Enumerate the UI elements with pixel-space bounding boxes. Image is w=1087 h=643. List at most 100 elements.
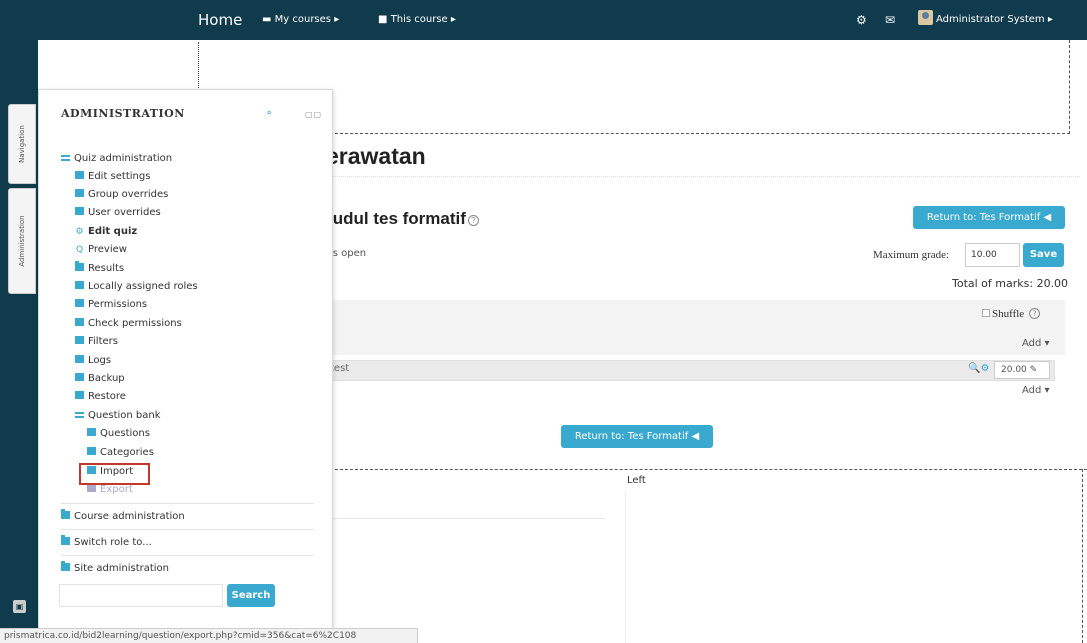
tree-label: Question bank [88,410,161,421]
course-icon: ■ [378,14,391,25]
dock-toggle-icon[interactable]: ▣ [13,600,26,613]
save-button[interactable]: Save [1023,243,1064,267]
total-marks: Total of marks: 20.00 [952,277,1069,290]
page-icon [87,447,96,455]
folder-icon [61,509,70,519]
tree-edit-quiz[interactable]: ⚙ Edit quiz [75,226,137,237]
mail-icon[interactable]: ✉ [885,0,895,40]
gear-icon[interactable]: ⚙ [856,0,867,40]
tree-label: Edit settings [88,171,151,182]
tab-administration[interactable]: Administration [8,188,36,294]
return-to-quiz-button[interactable]: Return to: Tes Formatif ◀ [913,206,1065,229]
tree-edit-settings[interactable]: Edit settings [75,171,150,182]
return-label: Return to: Tes Formatif [926,212,1041,223]
edit-pencil-icon[interactable]: ✎ [1027,365,1038,375]
tab-navigation[interactable]: Navigation [8,104,36,184]
tree-questions[interactable]: Questions [87,428,150,439]
tree-label: Group overrides [88,189,169,200]
admin-title: ADMINISTRATION [61,107,185,120]
my-courses-label: My courses [274,14,332,25]
search-button[interactable]: Search [227,584,275,607]
tree-question-bank[interactable]: Question bank [75,410,161,421]
top-navbar: Home ▬ My courses ▸ ■ This course ▸ ⚙ ✉ … [0,0,1087,40]
tree-user-overrides[interactable]: User overrides [75,207,161,218]
help-icon[interactable]: ? [467,215,479,226]
tree-divider [61,555,314,556]
page-icon [75,318,84,326]
add-label: Add [1022,338,1042,349]
question-mark-value: 20.00 [1001,365,1027,375]
add-menu[interactable]: Add ▾ [1022,385,1050,396]
folder-open-icon [61,155,70,161]
help-icon[interactable]: ? [1028,308,1040,319]
region-divider [330,133,1070,134]
add-menu[interactable]: Add ▾ [1022,338,1050,349]
return-to-quiz-button[interactable]: Return to: Tes Formatif ◀ [561,425,713,448]
page-icon [75,281,84,289]
preview-icon[interactable]: 🔍 [968,363,980,374]
folder-icon [61,561,70,571]
quiz-heading-text: judul tes formatif [328,209,466,228]
question-mark-field[interactable]: 20.00 ✎ [994,361,1050,379]
tree-locally-assigned-roles[interactable]: Locally assigned roles [75,281,198,292]
magnifier-icon: Q [75,245,84,255]
page-title: erawatan [326,143,426,169]
tree-course-administration[interactable]: Course administration [61,509,185,522]
return-label: Return to: Tes Formatif [574,431,689,442]
user-name: Administrator System [936,14,1045,25]
tree-label: Logs [88,355,112,366]
move-icon[interactable]: ⚬ [265,108,273,119]
tree-site-administration[interactable]: Site administration [61,561,170,574]
max-grade-input[interactable]: 10.00 [965,243,1020,267]
tree-label: Restore [88,391,126,402]
administration-block: ADMINISTRATION ⚬ ▢▢ Quiz administration … [38,89,333,643]
tree-filters[interactable]: Filters [75,336,118,347]
question-row [330,360,1055,381]
browser-status-bar: prismatrica.co.id/bid2learning/question/… [0,628,418,643]
shuffle-checkbox[interactable] [982,309,990,317]
tree-label: Backup [88,373,125,384]
page-icon [75,299,84,307]
block-controls[interactable]: ▢▢ [305,110,322,119]
question-actions: 🔍⚙ [968,363,989,374]
add-label: Add [1022,385,1042,396]
return-icon: ◀ [688,431,700,442]
tree-label: Site administration [74,563,170,574]
tree-switch-role[interactable]: Switch role to... [61,535,152,548]
tree-group-overrides[interactable]: Group overrides [75,189,168,200]
tree-logs[interactable]: Logs [75,355,111,366]
tree-label: Categories [100,447,154,458]
tree-label: User overrides [88,207,161,218]
tree-export[interactable]: Export [87,484,133,495]
page-icon [87,428,96,436]
tree-restore[interactable]: Restore [75,391,126,402]
tree-backup[interactable]: Backup [75,373,125,384]
return-icon: ◀ [1040,212,1052,223]
quiz-open-status: is open [330,248,367,259]
tree-categories[interactable]: Categories [87,447,154,458]
my-courses-menu[interactable]: ▬ My courses ▸ [262,0,339,40]
user-menu[interactable]: Administrator System ▸ [918,0,1053,40]
shuffle-control[interactable]: Shuffle ? [982,308,1040,320]
gear-icon[interactable]: ⚙ [980,363,989,374]
folder-open-icon [75,412,84,418]
tab-administration-label: Administration [18,215,26,267]
chevron-right-icon: ▸ [450,14,456,25]
tree-quiz-administration[interactable]: Quiz administration [61,153,172,164]
tree-label: Switch role to... [74,537,152,548]
tree-label: Course administration [74,511,185,522]
home-link[interactable]: Home [198,0,242,40]
tree-label: Locally assigned roles [88,281,198,292]
tree-results[interactable]: Results [75,261,124,274]
tree-label: Questions [100,428,150,439]
tab-navigation-label: Navigation [18,125,26,163]
tree-permissions[interactable]: Permissions [75,299,147,310]
quiz-heading: judul tes formatif? [328,209,479,229]
tree-preview[interactable]: Q Preview [75,244,127,255]
admin-search-input[interactable] [59,584,223,607]
page-icon [75,207,84,215]
max-grade-label: Maximum grade: [873,249,950,261]
this-course-menu[interactable]: ■ This course ▸ [378,0,456,40]
tree-check-permissions[interactable]: Check permissions [75,318,182,329]
tree-label: Edit quiz [88,226,138,237]
